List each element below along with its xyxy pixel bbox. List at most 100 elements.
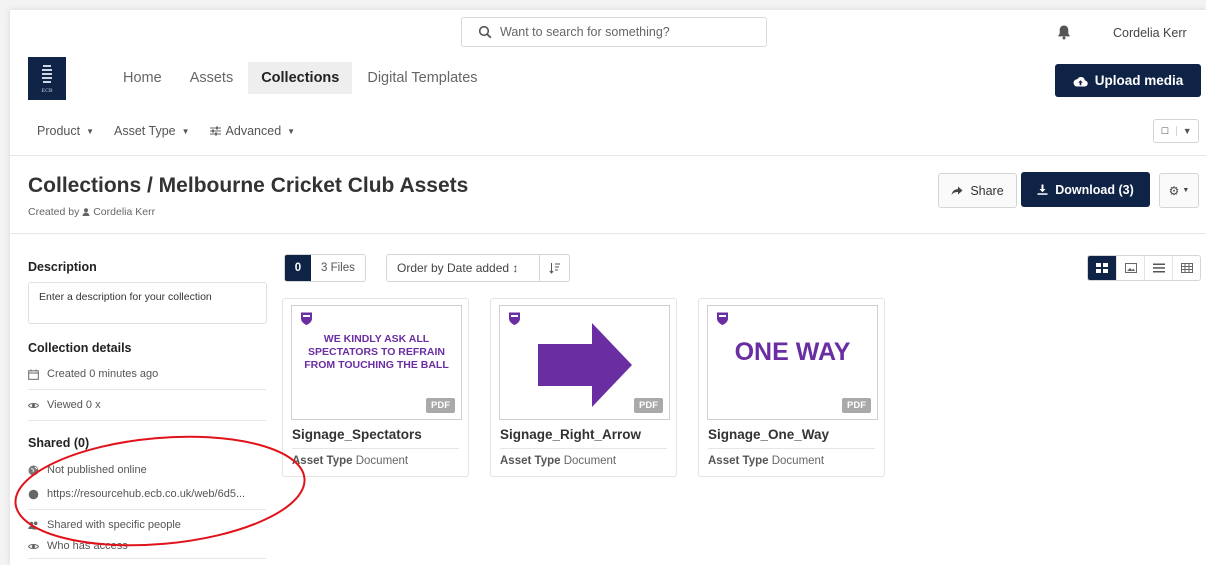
asset-type-value: Document bbox=[355, 455, 409, 467]
settings-dropdown-button[interactable]: ⚙ ▼ bbox=[1159, 173, 1199, 208]
asset-thumbnail[interactable]: ONE WAY PDF bbox=[707, 305, 878, 420]
created-text: Created 0 minutes ago bbox=[47, 368, 159, 380]
bell-icon[interactable] bbox=[1056, 24, 1072, 40]
caret-down-icon[interactable]: ▼ bbox=[1175, 126, 1199, 136]
list-view-button[interactable] bbox=[1144, 256, 1172, 280]
asset-card[interactable]: PDF Signage_Right_Arrow Asset Type Docum… bbox=[490, 298, 677, 477]
asset-type-value: Document bbox=[771, 455, 825, 467]
selection-count[interactable]: 0 3 Files bbox=[284, 254, 366, 282]
logo-text: ECB bbox=[41, 88, 52, 94]
asset-thumbnail[interactable]: WE KINDLY ASK ALL SPECTATORS TO REFRAIN … bbox=[291, 305, 462, 420]
share-button[interactable]: Share bbox=[938, 173, 1017, 208]
view-mode-toggle bbox=[1087, 255, 1201, 281]
asset-card[interactable]: ONE WAY PDF Signage_One_Way Asset Type D… bbox=[698, 298, 885, 477]
who-has-access[interactable]: Who has access bbox=[28, 537, 266, 555]
order-label: Order by Date added ↕ bbox=[397, 261, 519, 275]
asset-type-value: Document bbox=[563, 455, 617, 467]
divider bbox=[10, 155, 1206, 156]
shared-with-text: Shared with specific people bbox=[47, 519, 181, 531]
file-count: 3 Files bbox=[321, 262, 355, 274]
created-by-name[interactable]: Cordelia Kerr bbox=[93, 206, 155, 218]
asset-type-filter[interactable]: Asset Type ▼ bbox=[114, 124, 190, 138]
divider bbox=[708, 448, 875, 449]
divider bbox=[292, 448, 459, 449]
share-url[interactable]: https://resourcehub.ecb.co.uk/web/6d5... bbox=[28, 482, 266, 506]
grid-icon bbox=[1096, 263, 1108, 273]
divider bbox=[28, 389, 266, 390]
caret-down-icon: ▼ bbox=[287, 127, 296, 136]
nav-home[interactable]: Home bbox=[110, 62, 175, 94]
image-view-button[interactable] bbox=[1116, 256, 1144, 280]
asset-title[interactable]: Signage_Spectators bbox=[292, 427, 422, 442]
table-view-button[interactable] bbox=[1172, 256, 1200, 280]
viewed-text: Viewed 0 x bbox=[47, 399, 101, 411]
crest-icon bbox=[717, 312, 728, 325]
asset-type-meta: Asset Type Document bbox=[708, 455, 824, 467]
collection-details-heading: Collection details bbox=[28, 341, 132, 355]
who-has-access-text[interactable]: Who has access bbox=[47, 540, 128, 552]
circle-icon bbox=[28, 489, 39, 499]
product-filter[interactable]: Product ▼ bbox=[37, 124, 94, 138]
select-toggle[interactable]: ☐ ▼ bbox=[1153, 119, 1199, 143]
created-info: Created 0 minutes ago bbox=[28, 362, 266, 386]
search-input[interactable]: Want to search for something? bbox=[461, 17, 767, 47]
gear-icon: ⚙ bbox=[1168, 183, 1180, 198]
eye-icon bbox=[28, 402, 39, 408]
thumbnail-text: WE KINDLY ASK ALL SPECTATORS TO REFRAIN … bbox=[304, 333, 449, 371]
asset-title[interactable]: Signage_One_Way bbox=[708, 427, 829, 442]
description-field[interactable]: Enter a description for your collection bbox=[28, 282, 267, 324]
asset-type-meta: Asset Type Document bbox=[500, 455, 616, 467]
asset-type-meta: Asset Type Document bbox=[292, 455, 408, 467]
divider bbox=[500, 448, 667, 449]
sort-direction-button[interactable] bbox=[539, 255, 569, 281]
caret-down-icon: ▼ bbox=[181, 127, 190, 136]
checkbox-icon[interactable]: ☐ bbox=[1154, 126, 1176, 137]
shared-heading: Shared (0) bbox=[28, 436, 90, 450]
order-dropdown[interactable]: Order by Date added ↕ bbox=[386, 254, 570, 282]
calendar-icon bbox=[28, 369, 39, 380]
publish-status: Not published online bbox=[28, 458, 266, 482]
search-icon bbox=[478, 25, 492, 39]
nav-assets[interactable]: Assets bbox=[177, 62, 247, 94]
asset-card[interactable]: WE KINDLY ASK ALL SPECTATORS TO REFRAIN … bbox=[282, 298, 469, 477]
pdf-badge: PDF bbox=[426, 398, 455, 413]
not-published-text: Not published online bbox=[47, 464, 147, 476]
download-button[interactable]: Download (3) bbox=[1021, 172, 1150, 207]
share-url-text[interactable]: https://resourcehub.ecb.co.uk/web/6d5... bbox=[47, 488, 245, 500]
thumbnail-text: ONE WAY bbox=[734, 338, 851, 366]
caret-down-icon: ▼ bbox=[1182, 187, 1190, 194]
advanced-filter[interactable]: Advanced ▼ bbox=[209, 124, 296, 138]
users-icon bbox=[28, 521, 39, 529]
divider bbox=[28, 558, 266, 559]
sort-icon bbox=[548, 263, 560, 274]
collection-sidebar: Description Enter a description for your… bbox=[28, 260, 267, 562]
crest-icon bbox=[301, 312, 312, 325]
asset-title[interactable]: Signage_Right_Arrow bbox=[500, 427, 641, 442]
caret-down-icon: ▼ bbox=[86, 127, 95, 136]
nav-digital-templates[interactable]: Digital Templates bbox=[354, 62, 490, 94]
asset-type-label: Asset Type bbox=[708, 455, 769, 467]
user-icon bbox=[82, 208, 90, 216]
main-nav: Home Assets Collections Digital Template… bbox=[110, 62, 493, 94]
created-by: Created by Cordelia Kerr bbox=[28, 206, 155, 218]
user-menu[interactable]: Cordelia Kerr bbox=[1113, 26, 1187, 40]
cloud-upload-icon bbox=[1073, 76, 1088, 87]
divider bbox=[10, 233, 1206, 234]
upload-media-button[interactable]: Upload media bbox=[1055, 64, 1201, 97]
image-icon bbox=[1124, 263, 1137, 273]
ecb-logo[interactable]: ECB bbox=[28, 57, 66, 100]
eye-icon bbox=[28, 543, 39, 549]
asset-thumbnail[interactable]: PDF bbox=[499, 305, 670, 420]
share-icon bbox=[951, 186, 963, 195]
description-heading: Description bbox=[28, 260, 97, 274]
grid-view-button[interactable] bbox=[1088, 256, 1116, 280]
divider bbox=[28, 420, 266, 421]
asset-type-label: Asset Type bbox=[500, 455, 561, 467]
nav-collections[interactable]: Collections bbox=[248, 62, 353, 94]
pdf-badge: PDF bbox=[634, 398, 663, 413]
asset-type-filter-label: Asset Type bbox=[114, 124, 176, 138]
advanced-filter-label: Advanced bbox=[225, 124, 282, 138]
globe-icon bbox=[28, 465, 39, 475]
pdf-badge: PDF bbox=[842, 398, 871, 413]
filter-bar: Product ▼ Asset Type ▼ Advanced ▼ bbox=[37, 124, 295, 138]
